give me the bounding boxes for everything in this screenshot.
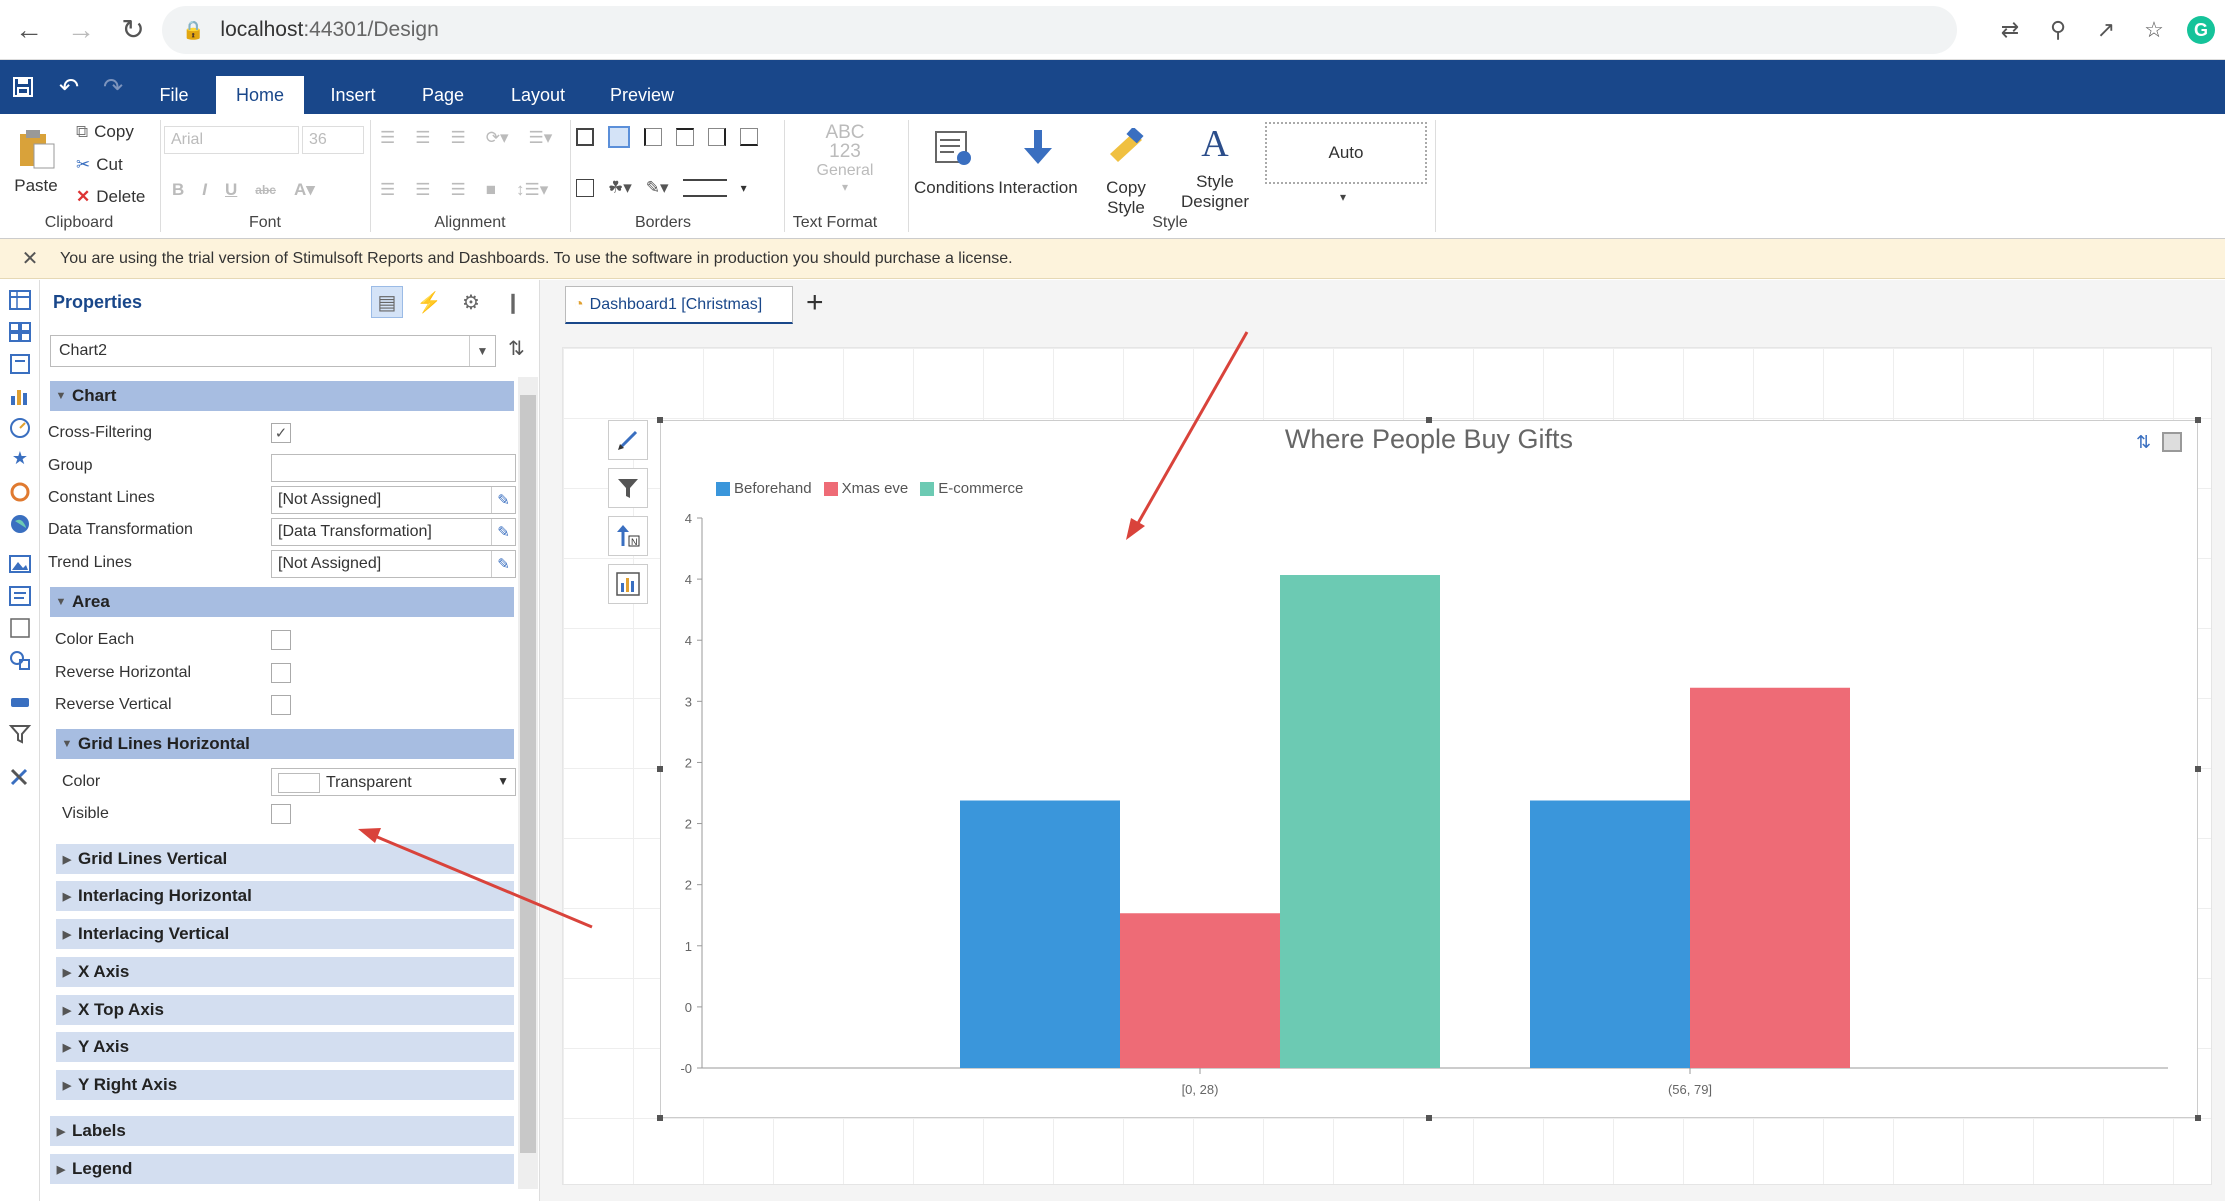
arrow-head [358,828,381,843]
arrow-head [1126,518,1145,540]
annotation-arrows [358,331,1249,929]
annotation-arrow [369,832,593,929]
annotation-arrow [1131,331,1249,533]
